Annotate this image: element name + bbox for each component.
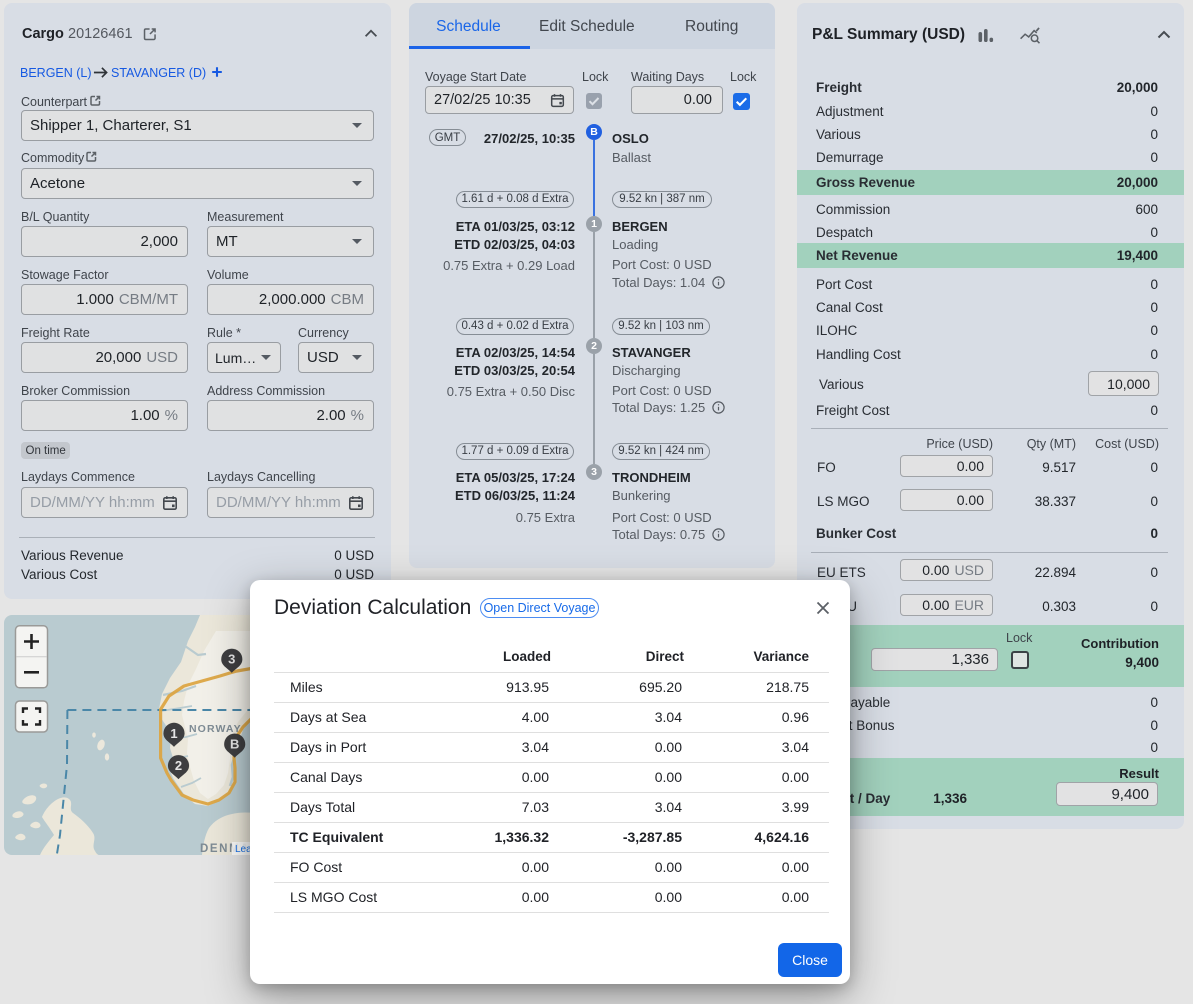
svg-text:3: 3	[228, 652, 235, 667]
svg-text:NORWAY: NORWAY	[189, 723, 242, 735]
svg-text:B: B	[230, 737, 239, 752]
svg-text:2: 2	[175, 758, 182, 773]
svg-text:1: 1	[170, 726, 177, 741]
